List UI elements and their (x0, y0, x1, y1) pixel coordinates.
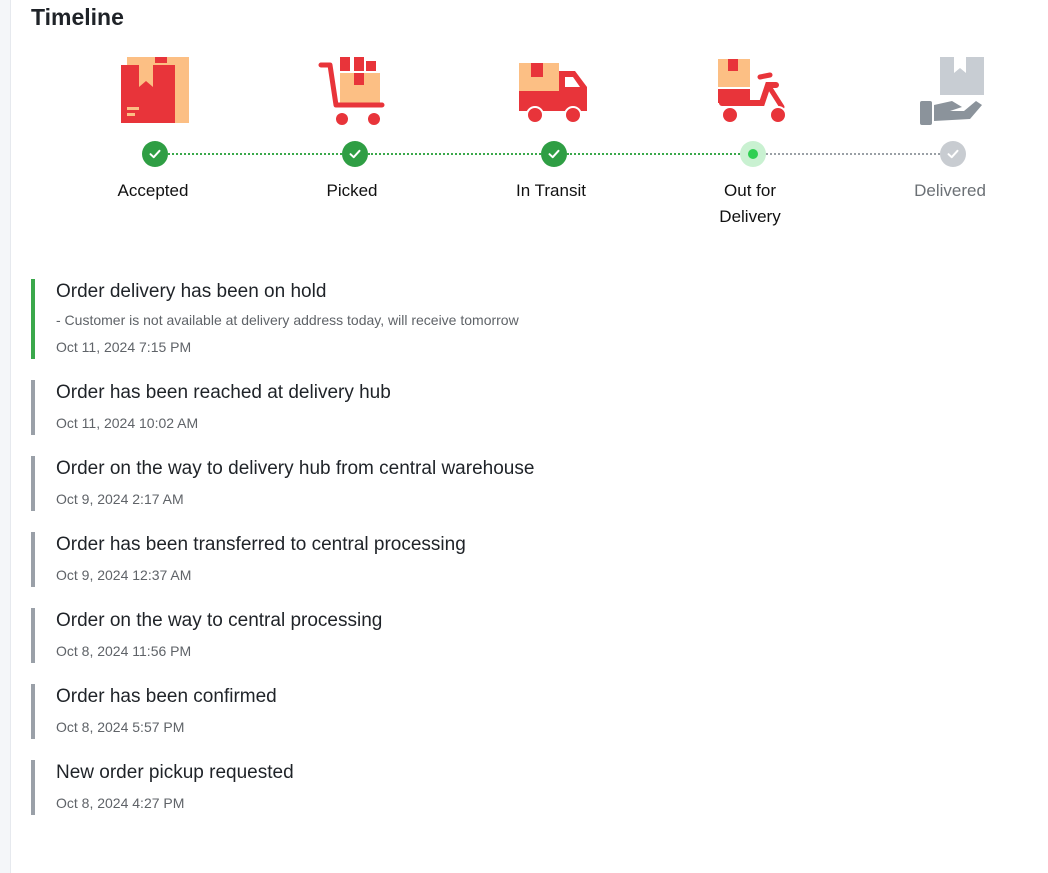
delivery-stepper: Accepted Picked In Transit Out for Deliv… (0, 0, 1048, 240)
check-icon (349, 149, 361, 159)
step-status-done (541, 141, 567, 167)
step-status-done (342, 141, 368, 167)
event-title: Order has been transferred to central pr… (56, 534, 466, 555)
event-title: New order pickup requested (56, 762, 294, 783)
event-time: Oct 8, 2024 4:27 PM (56, 795, 185, 811)
event-indicator (31, 684, 35, 739)
event-title: Order has been reached at delivery hub (56, 382, 391, 403)
event-time: Oct 11, 2024 7:15 PM (56, 339, 192, 355)
hand-box-icon (916, 55, 988, 127)
event-title: Order has been confirmed (56, 686, 277, 707)
event-title: Order delivery has been on hold (56, 281, 327, 302)
timeline-event: Order on the way to delivery hub from ce… (31, 456, 1011, 511)
check-icon (548, 149, 560, 159)
event-indicator (31, 532, 35, 587)
step-label-picked: Picked (326, 181, 378, 200)
event-time: Oct 11, 2024 10:02 AM (56, 415, 199, 431)
timeline-event: Order on the way to central processing O… (31, 608, 1011, 663)
event-indicator-active (31, 279, 35, 359)
event-title: Order on the way to central processing (56, 610, 383, 631)
cart-icon (318, 55, 390, 127)
current-dot-icon (748, 149, 758, 159)
event-indicator (31, 380, 35, 435)
step-label-line: Delivery (719, 207, 781, 226)
event-time: Oct 8, 2024 5:57 PM (56, 719, 185, 735)
step-label-accepted: Accepted (117, 181, 189, 200)
event-time: Oct 9, 2024 12:37 AM (56, 567, 192, 583)
check-icon (947, 149, 959, 159)
timeline-event: Order has been confirmed Oct 8, 2024 5:5… (31, 684, 1011, 739)
event-indicator (31, 760, 35, 815)
box-icon (119, 55, 191, 127)
step-label-line: Out for (724, 181, 776, 200)
event-time: Oct 8, 2024 11:56 PM (56, 643, 192, 659)
event-title: Order on the way to delivery hub from ce… (56, 458, 535, 479)
step-label-in-transit: In Transit (516, 181, 586, 200)
step-connector-pending (766, 153, 940, 155)
timeline-event: Order has been transferred to central pr… (31, 532, 1011, 587)
step-label-delivered: Delivered (914, 181, 986, 200)
step-status-pending (940, 141, 966, 167)
event-list: Order delivery has been on hold - Custom… (31, 279, 1011, 836)
step-label-out-for-delivery: Out for Delivery (680, 178, 820, 230)
event-indicator (31, 608, 35, 663)
event-time: Oct 9, 2024 2:17 AM (56, 491, 184, 507)
event-note: - Customer is not available at delivery … (56, 312, 519, 328)
timeline-event: Order delivery has been on hold - Custom… (31, 279, 1011, 359)
timeline-event: Order has been reached at delivery hub O… (31, 380, 1011, 435)
event-indicator (31, 456, 35, 511)
step-connector (368, 153, 541, 155)
step-connector (168, 153, 342, 155)
step-status-done (142, 141, 168, 167)
step-status-current (740, 141, 766, 167)
scooter-icon (716, 55, 788, 127)
check-icon (149, 149, 161, 159)
timeline-event: New order pickup requested Oct 8, 2024 4… (31, 760, 1011, 815)
truck-icon (517, 55, 589, 127)
step-connector (567, 153, 740, 155)
